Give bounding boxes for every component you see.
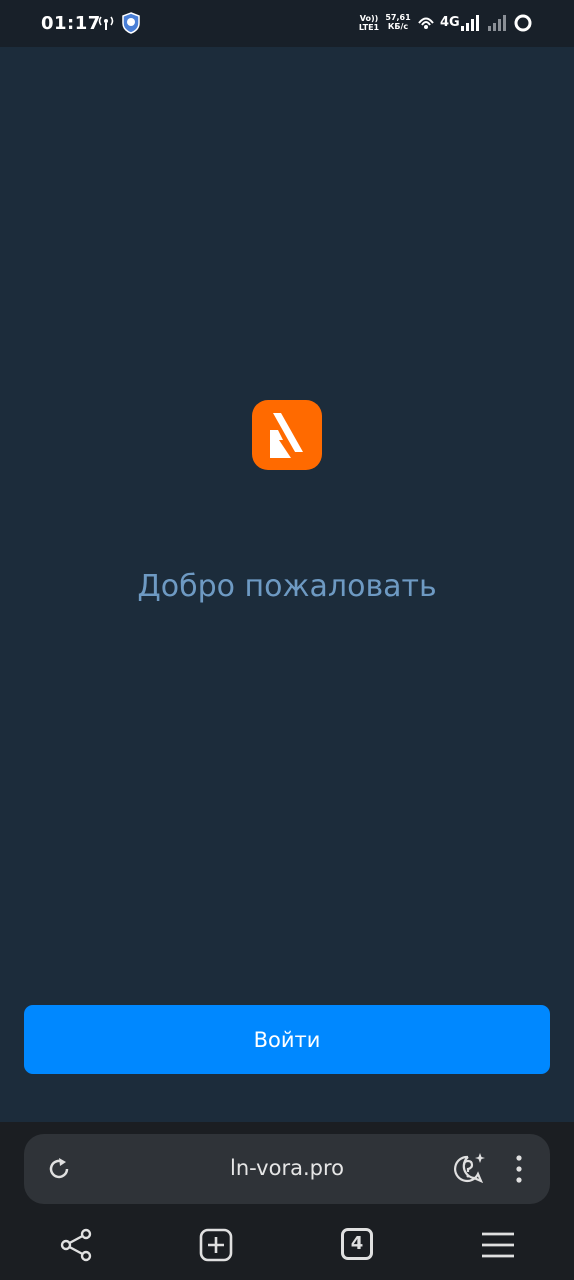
more-options-icon[interactable] (512, 1154, 526, 1184)
address-bar[interactable]: ln-vora.pro (24, 1134, 550, 1204)
data-speed: 57,61 КБ/с (384, 13, 412, 31)
status-time: 01:17 (41, 13, 101, 34)
share-icon[interactable] (59, 1228, 93, 1262)
shield-icon (122, 12, 140, 34)
browser-bar: ln-vora.pro 4 (0, 1122, 574, 1280)
ai-help-icon[interactable] (452, 1152, 486, 1186)
signal-icon-sim1 (461, 15, 479, 31)
logo-mark-icon (270, 413, 303, 458)
speed-value: 57,61 (385, 13, 411, 22)
app-logo (252, 400, 322, 470)
wifi-calling-icon (418, 17, 434, 29)
volte-label: Vo)) (359, 14, 379, 23)
network-type: 4G (440, 15, 460, 30)
tabs-button[interactable]: 4 (341, 1228, 373, 1260)
welcome-heading: Добро пожаловать (137, 569, 437, 604)
signal-icon-sim2 (488, 15, 506, 31)
new-tab-icon[interactable] (199, 1228, 233, 1262)
login-button[interactable]: Войти (24, 1005, 550, 1074)
hotspot-icon (98, 16, 114, 30)
menu-icon[interactable] (480, 1230, 516, 1260)
lte-label: LTE1 (358, 23, 380, 32)
web-content: Добро пожаловать Войти (0, 47, 574, 1122)
battery-icon (514, 14, 532, 32)
volte-indicator: Vo)) LTE1 (357, 14, 381, 32)
status-bar: 01:17 Vo)) LTE1 57,61 КБ/с 4G (0, 0, 574, 47)
speed-unit: КБ/с (387, 22, 409, 31)
